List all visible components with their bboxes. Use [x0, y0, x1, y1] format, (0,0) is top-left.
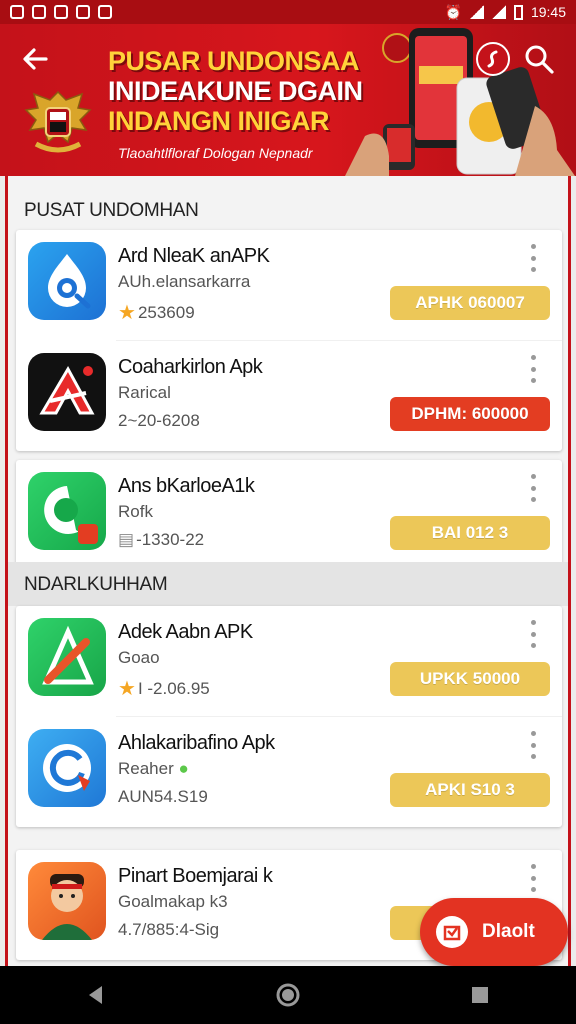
back-nav-icon[interactable] — [76, 975, 116, 1015]
banner-title-line: PUSAR UNDONSAA — [108, 46, 360, 76]
status-bar: ⏰ 19:45 — [0, 0, 576, 24]
blue-refresh-icon — [28, 729, 106, 807]
app-meta: ★ 253609 — [118, 300, 195, 325]
app-name: Adek Aabn APK — [118, 621, 253, 643]
more-options-icon[interactable] — [528, 355, 538, 383]
red-a-logo-icon — [28, 353, 106, 431]
avatar-icon — [28, 862, 106, 940]
app-meta: ★ I -2.06.95 — [118, 676, 210, 701]
app-list[interactable]: PUSAT UNDOMHAN Ard NleaK anAPK AUh.elans… — [5, 176, 571, 966]
app-developer: Goalmakap k3 — [118, 892, 228, 911]
app-name: Ard NleaK anAPK — [118, 245, 270, 267]
download-button[interactable]: DPHM: 600000 — [390, 397, 550, 431]
app-developer: Goao — [118, 648, 160, 667]
more-options-icon[interactable] — [528, 731, 538, 759]
download-button[interactable]: APHK 060007 — [390, 286, 550, 320]
app-name: Ans bKarloeA1k — [118, 475, 255, 497]
app-row[interactable]: Ahlakaribafino Apk Reaher ● AUN54.S19 AP… — [16, 717, 562, 827]
notification-icon — [54, 5, 68, 19]
section-title: PUSAT UNDOMHAN — [24, 200, 199, 221]
section-header: NDARLKUHHAM — [8, 562, 568, 606]
banner-title-line: INIDEAKUNE DGAIN — [108, 76, 363, 106]
shield-drop-icon — [28, 242, 106, 320]
app-row[interactable]: Ans bKarloeA1k Rofk ▤ -1330-22 BAI 012 3 — [16, 460, 562, 570]
download-button[interactable]: APKI S10 3 — [390, 773, 550, 807]
search-icon[interactable] — [522, 42, 556, 76]
download-fab-icon — [436, 916, 468, 948]
app-date: -1330-22 — [136, 530, 205, 549]
notification-icon — [32, 5, 46, 19]
download-button[interactable]: UPKK 50000 — [390, 662, 550, 696]
banner-title: PUSAR UNDONSAA INIDEAKUNE DGAIN INDANGN … — [108, 46, 363, 136]
app-meta: 2~20-6208 — [118, 411, 200, 430]
back-arrow-icon[interactable] — [20, 44, 54, 78]
download-button[interactable]: BAI 012 3 — [390, 516, 550, 550]
app-name: Ahlakaribafino Apk — [118, 732, 275, 754]
section-title: NDARLKUHHAM — [24, 574, 168, 595]
notification-icon — [76, 5, 90, 19]
more-options-icon[interactable] — [528, 244, 538, 272]
green-pencil-icon — [28, 618, 106, 696]
notification-icon — [10, 5, 24, 19]
app-card: Adek Aabn APK Goao ★ I -2.06.95 UPKK 5000… — [16, 606, 562, 827]
notification-icon — [98, 5, 112, 19]
battery-icon — [513, 4, 523, 20]
more-options-icon[interactable] — [528, 474, 538, 502]
app-meta: 4.7/885:4-Sig — [118, 920, 220, 939]
notification-icons — [10, 5, 112, 19]
app-developer: Rofk — [118, 502, 153, 521]
app-card: Ans bKarloeA1k Rofk ▤ -1330-22 BAI 012 3 — [16, 460, 562, 570]
app-name: Pinart Boemjarai k — [118, 865, 273, 887]
app-row[interactable]: Coaharkirlon Apk Rarical 2~20-6208 DPHM:… — [16, 341, 562, 451]
alarm-icon: ⏰ — [444, 3, 462, 20]
app-row[interactable]: Ard NleaK anAPK AUh.elansarkarra ★ 253609… — [16, 230, 562, 340]
signal-icon — [469, 5, 484, 19]
calendar-icon: ▤ — [118, 530, 135, 549]
banner-subtitle: Tlaoahtlfloraf Dologan Nepnadr — [118, 145, 313, 161]
signal-icon — [491, 5, 506, 19]
app-rating: 253609 — [137, 302, 195, 322]
fab-label: Dlaolt — [482, 921, 535, 942]
app-name: Coaharkirlon Apk — [118, 356, 263, 378]
app-meta: ▤ -1330-22 — [118, 530, 204, 550]
app-developer: AUh.elansarkarra — [118, 272, 251, 291]
app-row[interactable]: Adek Aabn APK Goao ★ I -2.06.95 UPKK 5000… — [16, 606, 562, 716]
recents-nav-icon[interactable] — [460, 975, 500, 1015]
more-options-icon[interactable] — [528, 864, 538, 892]
header-banner: PUSAR UNDONSAA INIDEAKUNE DGAIN INDANGN … — [0, 24, 576, 176]
app-developer: Reaher ● — [118, 759, 189, 778]
app-card: Ard NleaK anAPK AUh.elansarkarra ★ 253609… — [16, 230, 562, 451]
clock: 19:45 — [530, 4, 566, 20]
star-icon: ★ — [118, 678, 136, 700]
shazam-icon[interactable] — [476, 42, 510, 76]
green-chat-icon — [28, 472, 106, 550]
verified-icon: ● — [178, 759, 189, 778]
more-options-icon[interactable] — [528, 620, 538, 648]
app-rating: I -2.06.95 — [137, 678, 210, 698]
app-meta: AUN54.S19 — [118, 787, 208, 806]
banner-title-line: INDANGN INIGAR — [108, 106, 329, 136]
app-developer: Rarical — [118, 383, 171, 402]
download-fab-button[interactable]: Dlaolt — [420, 898, 568, 966]
star-icon: ★ — [118, 302, 136, 324]
garuda-emblem-icon — [24, 90, 92, 153]
navigation-bar — [0, 966, 576, 1024]
home-nav-icon[interactable] — [268, 975, 308, 1015]
